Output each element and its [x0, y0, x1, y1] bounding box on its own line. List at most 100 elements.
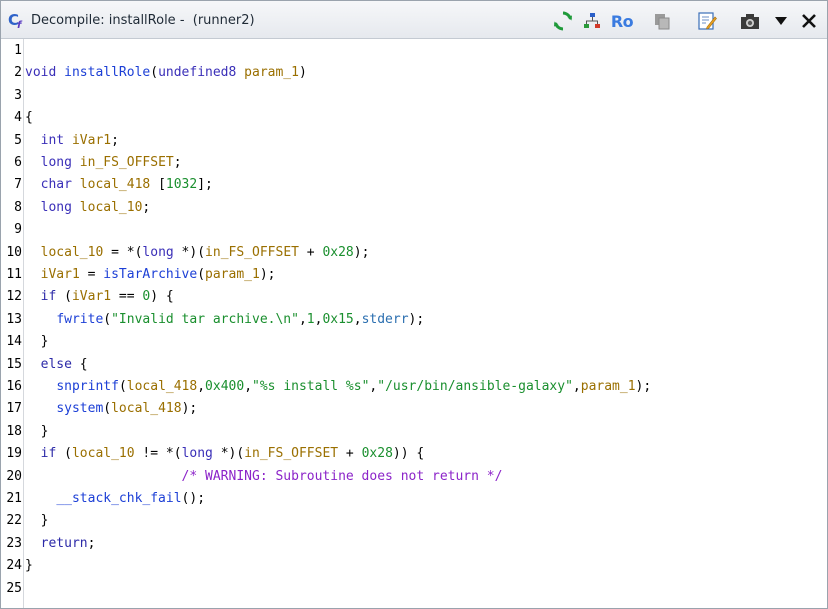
code-line[interactable]: 2 void installRole(undefined8 param_1) [1, 62, 827, 84]
code-token-num[interactable]: 0x15 [322, 312, 353, 327]
code-text: { [25, 107, 33, 129]
code-token-num[interactable]: 1032 [166, 177, 197, 192]
code-token-num[interactable]: 0x28 [322, 245, 353, 260]
code-line[interactable]: 14 } [1, 331, 827, 353]
code-token-func[interactable]: snprintf [56, 379, 119, 394]
code-line[interactable]: 3 [1, 85, 827, 107]
code-token-var[interactable]: local_418 [111, 401, 181, 416]
code-line[interactable]: 24} [1, 555, 827, 577]
code-line[interactable]: 6 long in_FS_OFFSET; [1, 152, 827, 174]
code-token-kw[interactable]: if [41, 446, 57, 461]
line-number: 18 [6, 423, 22, 439]
code-token-str[interactable]: "/usr/bin/ansible-galaxy" [377, 379, 573, 394]
code-line[interactable]: 18 } [1, 421, 827, 443]
code-token-var[interactable]: in_FS_OFFSET [80, 155, 174, 170]
code-token-type[interactable]: int [41, 133, 64, 148]
code-text: return; [25, 533, 96, 555]
copy-button[interactable] [651, 10, 673, 32]
code-token-type[interactable]: long [41, 200, 72, 215]
code-token-pun: { [71, 356, 88, 372]
code-line[interactable]: 1 [1, 40, 827, 62]
code-token-pun [25, 312, 56, 327]
code-token-param[interactable]: param_1 [581, 379, 636, 394]
ro-label: Ro [610, 11, 634, 31]
code-line[interactable]: 15 else { [1, 354, 827, 376]
code-token-pun: ) [298, 65, 307, 81]
close-button[interactable] [798, 10, 820, 32]
code-token-num[interactable]: 0x28 [362, 446, 393, 461]
code-token-func[interactable]: installRole [64, 65, 150, 80]
window-title: Decompile: installRole - (runner2) [31, 13, 255, 28]
code-token-pun: != *( [134, 446, 182, 462]
code-line[interactable]: 23 return; [1, 533, 827, 555]
code-token-kw[interactable]: if [41, 289, 57, 304]
code-token-str[interactable]: "Invalid tar archive.\n" [111, 312, 299, 327]
code-line[interactable]: 11 iVar1 = isTarArchive(param_1); [1, 264, 827, 286]
code-token-var[interactable]: local_10 [80, 200, 143, 215]
code-token-pun: ); [635, 379, 652, 394]
line-number: 10 [6, 244, 22, 260]
menu-dropdown-button[interactable] [770, 10, 792, 32]
code-token-type[interactable]: long [142, 245, 173, 260]
code-line[interactable]: 21 __stack_chk_fail(); [1, 488, 827, 510]
code-editor[interactable]: 1 2 void installRole(undefined8 param_1) 3 4… [1, 39, 827, 608]
code-line[interactable]: 8 long local_10; [1, 197, 827, 219]
code-token-kw[interactable]: else [41, 357, 72, 372]
code-token-pun: ]; [197, 177, 213, 193]
code-line[interactable]: 25 [1, 578, 827, 600]
code-line[interactable]: 22 } [1, 510, 827, 532]
code-token-type[interactable]: long [41, 155, 72, 170]
code-line[interactable]: 9 [1, 219, 827, 241]
readonly-toggle-button[interactable]: Ro [609, 10, 635, 32]
code-line[interactable]: 7 char local_418 [1032]; [1, 174, 827, 196]
code-token-cmt[interactable]: /* WARNING: Subroutine does not return *… [182, 469, 503, 484]
code-line[interactable]: 19 if (local_10 != *(long *)(in_FS_OFFSE… [1, 443, 827, 465]
code-token-var[interactable]: in_FS_OFFSET [205, 245, 299, 260]
code-token-param[interactable]: param_1 [244, 65, 299, 80]
code-token-pun [25, 289, 41, 304]
graph-button[interactable] [581, 10, 603, 32]
code-line[interactable]: 5 int iVar1; [1, 130, 827, 152]
code-line[interactable]: 17 system(local_418); [1, 398, 827, 420]
code-line[interactable]: 16 snprintf(local_418,0x400,"%s install … [1, 376, 827, 398]
code-token-type[interactable]: undefined8 [158, 65, 236, 80]
code-token-func[interactable]: isTarArchive [103, 267, 197, 282]
line-number: 14 [6, 334, 22, 350]
code-token-pun: , [572, 379, 581, 394]
code-line[interactable]: 20 /* WARNING: Subroutine does not retur… [1, 466, 827, 488]
code-token-func[interactable]: system [56, 401, 103, 416]
code-token-type[interactable]: char [41, 177, 72, 192]
code-token-var[interactable]: iVar1 [72, 133, 111, 148]
refresh-button[interactable] [552, 10, 574, 32]
code-token-kw[interactable]: return [41, 536, 88, 551]
code-token-var[interactable]: iVar1 [41, 267, 80, 282]
code-token-param[interactable]: param_1 [205, 267, 260, 282]
code-token-str[interactable]: "%s install %s" [252, 379, 369, 394]
code-line[interactable]: 4{ [1, 107, 827, 129]
code-line[interactable]: 13 fwrite("Invalid tar archive.\n",1,0x1… [1, 309, 827, 331]
code-token-type[interactable]: long [182, 446, 213, 461]
code-token-num[interactable]: 0x400 [205, 379, 244, 394]
snapshot-button[interactable] [739, 10, 761, 32]
code-line[interactable]: 10 local_10 = *(long *)(in_FS_OFFSET + 0… [1, 242, 827, 264]
svg-text:f: f [17, 20, 23, 29]
code-token-var[interactable]: iVar1 [72, 289, 111, 304]
code-token-var[interactable]: in_FS_OFFSET [244, 446, 338, 461]
code-token-var[interactable]: local_10 [41, 245, 104, 260]
code-text: system(local_418); [25, 398, 197, 420]
code-token-var[interactable]: local_418 [127, 379, 197, 394]
code-token-num[interactable]: 1 [307, 312, 315, 327]
code-token-func[interactable]: fwrite [56, 312, 103, 327]
edit-function-signature-button[interactable] [696, 10, 718, 32]
code-line[interactable]: 12 if (iVar1 == 0) { [1, 286, 827, 308]
code-token-type[interactable]: void [25, 65, 56, 80]
code-token-pun: ( [103, 401, 112, 417]
code-token-func[interactable]: __stack_chk_fail [56, 491, 181, 506]
code-token-var[interactable]: local_418 [80, 177, 150, 192]
code-token-glob[interactable]: stderr [362, 312, 409, 327]
title-bar[interactable]: C f Decompile: installRole - (runner2) R… [1, 1, 827, 39]
code-text: if (iVar1 == 0) { [25, 286, 174, 308]
code-token-var[interactable]: local_10 [72, 446, 135, 461]
code-token-pun [25, 245, 41, 260]
line-number: 12 [6, 289, 22, 305]
